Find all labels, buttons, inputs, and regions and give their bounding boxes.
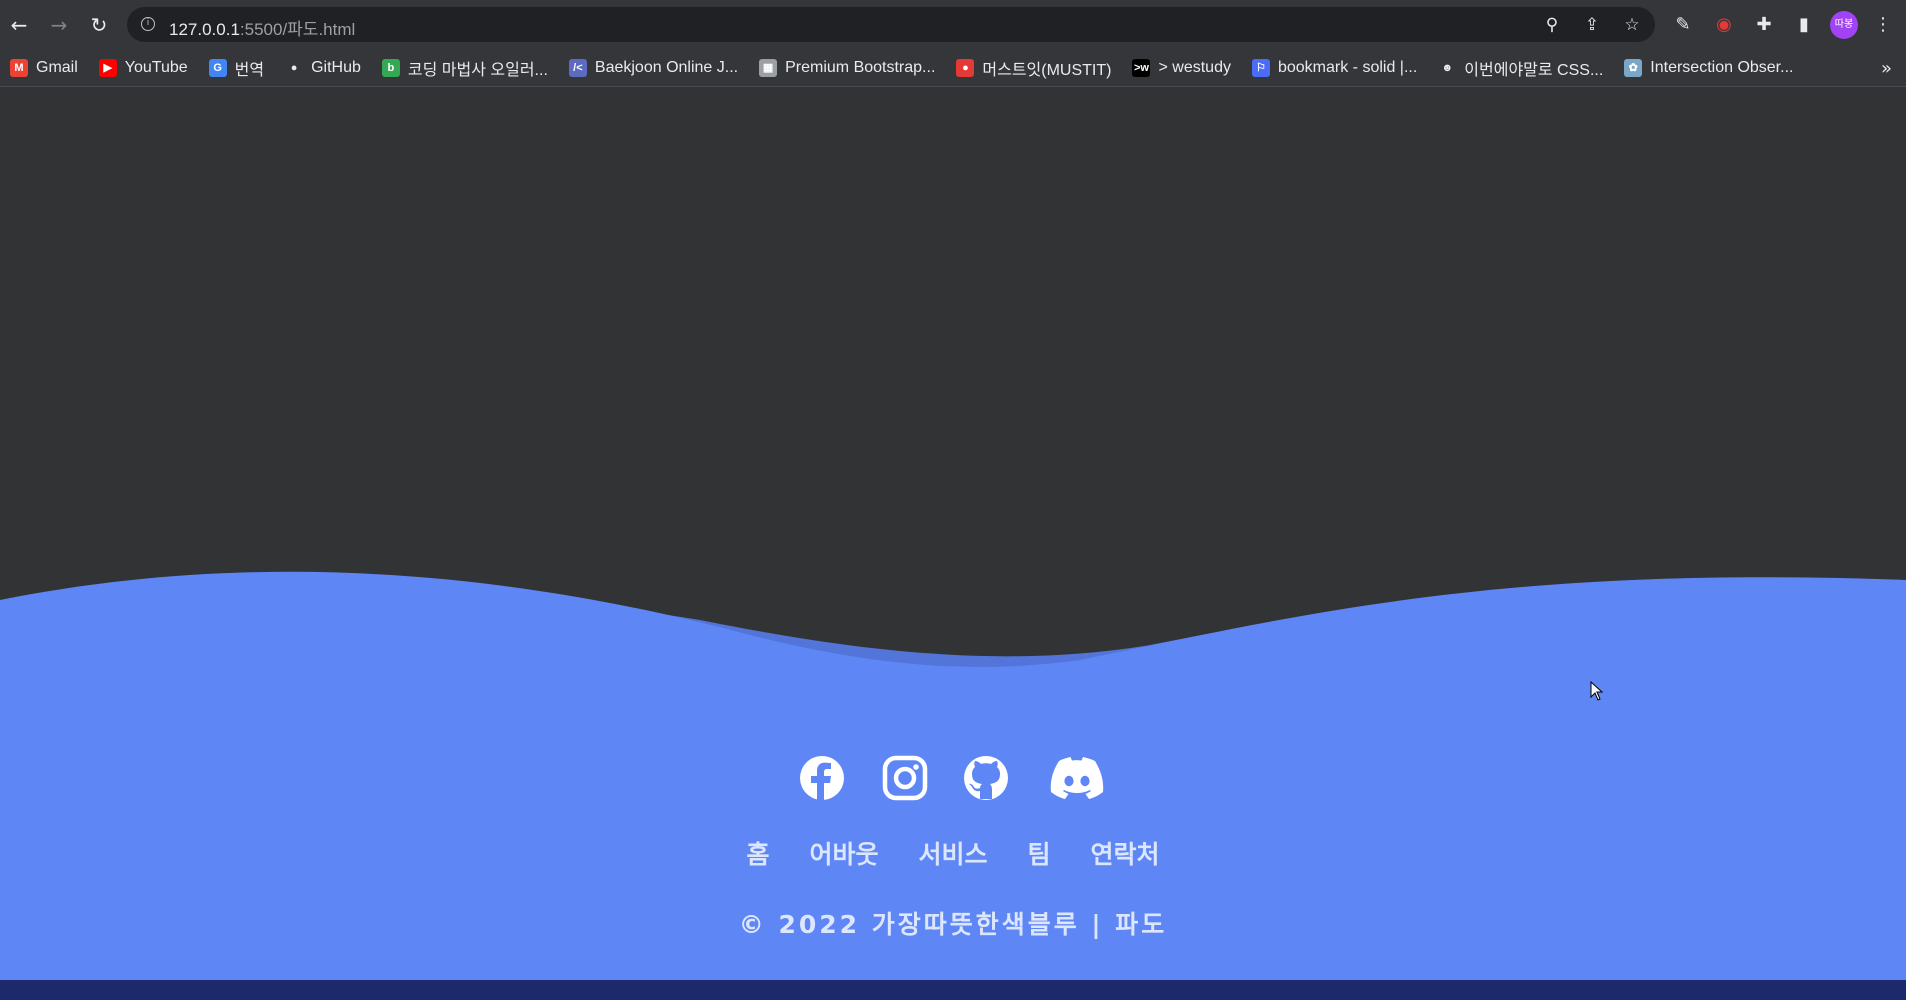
bookmark-favicon-icon: >w xyxy=(1132,58,1151,77)
footer-link-about[interactable]: 어바웃 xyxy=(809,835,878,871)
share-icon[interactable]: ⇪ xyxy=(1581,15,1603,35)
bookmark-label: Premium Bootstrap... xyxy=(785,58,936,76)
bookmark-favicon-icon: ✿ xyxy=(1624,58,1643,77)
bookmark-label: 이번에야말로 CSS... xyxy=(1464,61,1604,79)
menu-kebab-icon[interactable]: ⋮ xyxy=(1870,12,1896,38)
bookmark-label: GitHub xyxy=(311,58,361,76)
footer-link-team[interactable]: 팀 xyxy=(1028,835,1051,871)
bookmark-favicon-icon: M xyxy=(10,58,28,77)
bookmark-label: Intersection Obser... xyxy=(1650,58,1794,76)
bookmark-label: Baekjoon Online J... xyxy=(594,58,739,76)
extension-red-icon[interactable]: ◉ xyxy=(1711,12,1737,38)
bookmark-item[interactable]: ▦ Premium Bootstrap... xyxy=(759,58,936,77)
facebook-icon[interactable] xyxy=(799,755,845,801)
site-info-icon[interactable]: i xyxy=(141,17,155,31)
bookmark-item[interactable]: ⚐ bookmark - solid |... xyxy=(1251,58,1418,77)
extension-pen-icon[interactable]: ✎ xyxy=(1670,12,1696,38)
bookmark-label: > westudy xyxy=(1158,58,1231,76)
bookmark-favicon-icon: ☻ xyxy=(1441,61,1454,74)
bookmark-label: 번역 xyxy=(234,61,265,79)
bookmark-favicon-icon: ▶ xyxy=(98,58,117,77)
bookmark-item[interactable]: ● 머스트잇(MUSTIT) xyxy=(956,56,1111,80)
reload-icon[interactable]: ↻ xyxy=(84,10,114,40)
bookmark-item[interactable]: M Gmail xyxy=(10,58,78,77)
wave-front-layer xyxy=(0,571,1906,690)
bookmark-favicon-icon: /< xyxy=(568,58,587,77)
discord-icon[interactable] xyxy=(1050,755,1104,801)
footer-link-services[interactable]: 서비스 xyxy=(918,835,987,871)
bookmark-favicon-icon: ▦ xyxy=(759,58,778,77)
bookmarks-bar: M Gmail ▶ YouTube G 번역 ● GitHub b 코딩 마법사 오일러... /<… xyxy=(0,49,1906,87)
bookmark-label: 머스트잇(MUSTIT) xyxy=(982,61,1112,79)
address-bar[interactable]: i 127.0.0.1:5500/파도.html ⚲ ⇪ ☆ xyxy=(127,7,1655,42)
bookmarks-overflow-icon[interactable]: » xyxy=(1881,58,1892,79)
back-icon[interactable]: ← xyxy=(4,10,34,40)
os-taskbar xyxy=(0,980,1906,1000)
side-panel-icon[interactable]: ▮ xyxy=(1791,12,1817,38)
bookmark-item[interactable]: ✿ Intersection Obser... xyxy=(1624,58,1794,77)
bookmark-favicon-icon: b xyxy=(381,58,400,77)
instagram-icon[interactable] xyxy=(882,755,928,801)
bookmark-item[interactable]: /< Baekjoon Online J... xyxy=(568,58,739,77)
bookmark-label: YouTube xyxy=(124,58,188,76)
bookmark-star-icon[interactable]: ☆ xyxy=(1621,15,1643,35)
bookmark-favicon-icon: ● xyxy=(956,58,975,77)
footer-nav: 홈 어바웃 서비스 팀 연락처 xyxy=(0,835,1906,871)
bookmark-label: 코딩 마법사 오일러... xyxy=(407,61,548,79)
url-text[interactable]: 127.0.0.1:5500/파도.html xyxy=(169,15,355,40)
copyright-text: © 2022 가장따뜻한색블루 | 파도 xyxy=(738,910,1168,939)
extensions-puzzle-icon[interactable]: ✚ xyxy=(1751,12,1777,38)
bookmark-favicon-icon: ⚐ xyxy=(1251,58,1270,77)
github-icon[interactable] xyxy=(963,755,1009,801)
zoom-icon[interactable]: ⚲ xyxy=(1541,15,1563,35)
bookmark-item[interactable]: b 코딩 마법사 오일러... xyxy=(381,56,548,80)
bookmark-item[interactable]: ● GitHub xyxy=(285,59,361,77)
mouse-cursor-icon xyxy=(1590,681,1604,701)
browser-toolbar: ← → ↻ i 127.0.0.1:5500/파도.html ⚲ ⇪ ☆ ✎ ◉… xyxy=(0,0,1906,49)
wave-graphic xyxy=(0,571,1906,690)
bookmark-label: bookmark - solid |... xyxy=(1277,58,1418,76)
forward-icon[interactable]: → xyxy=(44,10,74,40)
bookmark-item[interactable]: G 번역 xyxy=(208,56,265,80)
footer-link-contact[interactable]: 연락처 xyxy=(1091,835,1160,871)
bookmark-favicon-icon: G xyxy=(208,58,227,77)
bookmark-label: Gmail xyxy=(36,58,78,76)
bookmark-item[interactable]: ☻ 이번에야말로 CSS... xyxy=(1438,56,1603,80)
profile-avatar[interactable]: 따봉 xyxy=(1830,11,1858,39)
bookmark-favicon-icon: ● xyxy=(290,61,298,74)
bookmark-item[interactable]: >w > westudy xyxy=(1132,58,1231,77)
bookmark-item[interactable]: ▶ YouTube xyxy=(98,58,188,77)
footer-link-home[interactable]: 홈 xyxy=(746,835,769,871)
